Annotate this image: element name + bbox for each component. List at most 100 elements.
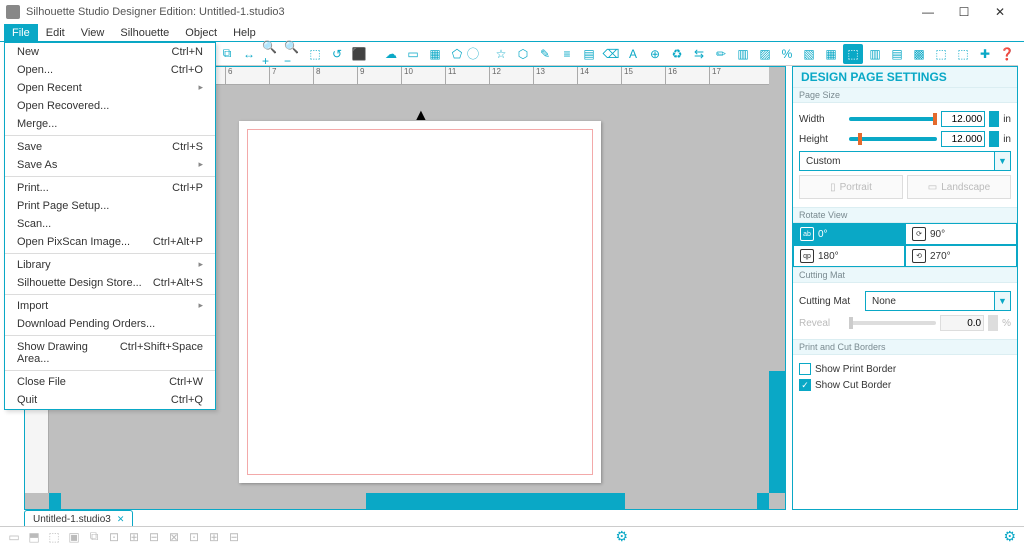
- landscape-button[interactable]: ▭ Landscape: [907, 175, 1011, 199]
- rotate-90-button[interactable]: ⟳90°: [905, 223, 1017, 245]
- top-right-tool-11[interactable]: A: [623, 44, 643, 64]
- close-tab-icon[interactable]: ✕: [117, 514, 125, 525]
- menu-item-show-drawing-area-[interactable]: Show Drawing Area...Ctrl+Shift+Space: [5, 338, 215, 368]
- top-right-tool-22[interactable]: ▥: [865, 44, 885, 64]
- menu-item-new[interactable]: NewCtrl+N: [5, 43, 215, 61]
- height-input[interactable]: [941, 131, 985, 147]
- menu-item-silhouette-design-store-[interactable]: Silhouette Design Store...Ctrl+Alt+S: [5, 274, 215, 292]
- top-left-tool-4[interactable]: ⬚: [305, 44, 325, 64]
- menu-item-open-[interactable]: Open...Ctrl+O: [5, 61, 215, 79]
- top-right-tool-19[interactable]: ▧: [799, 44, 819, 64]
- page[interactable]: [239, 121, 601, 483]
- width-input[interactable]: [941, 111, 985, 127]
- settings-gear-icon-2[interactable]: ⚙: [999, 528, 1020, 545]
- maximize-button[interactable]: ☐: [946, 0, 982, 24]
- menu-item-open-pixscan-image-[interactable]: Open PixScan Image...Ctrl+Alt+P: [5, 233, 215, 251]
- top-right-tool-10[interactable]: ⌫: [601, 44, 621, 64]
- main-toolbar: ⧉↔🔍+🔍−⬚↺⬛ ☁▭▦⬠⃝☆⬡✎≡▤⌫A⊕♻⇆✏▥▨%▧▦⬚▥▤▩⬚⬚✚❓: [216, 42, 1018, 66]
- menu-item-library[interactable]: Library▸: [5, 256, 215, 274]
- bottom-tool-5[interactable]: ⊡: [105, 528, 123, 546]
- bottom-tool-1[interactable]: ⬒: [25, 528, 43, 546]
- menu-item-quit[interactable]: QuitCtrl+Q: [5, 391, 215, 409]
- menu-item-print-[interactable]: Print...Ctrl+P: [5, 179, 215, 197]
- width-spinner[interactable]: [989, 111, 999, 127]
- top-right-tool-27[interactable]: ✚: [975, 44, 995, 64]
- top-right-tool-18[interactable]: %: [777, 44, 797, 64]
- top-right-tool-15[interactable]: ✏: [711, 44, 731, 64]
- rotate-0-button[interactable]: ab0°: [793, 223, 905, 245]
- top-right-tool-12[interactable]: ⊕: [645, 44, 665, 64]
- menu-help[interactable]: Help: [225, 24, 264, 41]
- menu-item-print-page-setup-[interactable]: Print Page Setup...: [5, 197, 215, 215]
- menu-silhouette[interactable]: Silhouette: [112, 24, 177, 41]
- menu-item-open-recovered-[interactable]: Open Recovered...: [5, 97, 215, 115]
- top-right-tool-4[interactable]: ⃝: [469, 44, 489, 64]
- menu-item-save-as[interactable]: Save As▸: [5, 156, 215, 174]
- top-right-tool-9[interactable]: ▤: [579, 44, 599, 64]
- menu-file[interactable]: File: [4, 24, 38, 41]
- top-right-tool-1[interactable]: ▭: [403, 44, 423, 64]
- top-left-tool-0[interactable]: ⧉: [217, 44, 237, 64]
- close-button[interactable]: ✕: [982, 0, 1018, 24]
- scrollbar-horizontal[interactable]: [49, 493, 769, 509]
- bottom-tool-0[interactable]: ▭: [5, 528, 23, 546]
- height-spinner[interactable]: [989, 131, 999, 147]
- bottom-tool-2[interactable]: ⬚: [45, 528, 63, 546]
- bottom-tool-10[interactable]: ⊞: [205, 528, 223, 546]
- top-right-tool-24[interactable]: ▩: [909, 44, 929, 64]
- menu-edit[interactable]: Edit: [38, 24, 73, 41]
- show-print-border-checkbox[interactable]: [799, 363, 811, 375]
- top-left-tool-5[interactable]: ↺: [327, 44, 347, 64]
- menu-item-save[interactable]: SaveCtrl+S: [5, 138, 215, 156]
- page-preset-select[interactable]: Custom ▼: [799, 151, 1011, 171]
- top-right-tool-26[interactable]: ⬚: [953, 44, 973, 64]
- bottom-tool-6[interactable]: ⊞: [125, 528, 143, 546]
- bottom-tool-4[interactable]: ⧉: [85, 528, 103, 546]
- cutting-mat-select[interactable]: None ▼: [865, 291, 1011, 311]
- top-right-tool-13[interactable]: ♻: [667, 44, 687, 64]
- top-left-tool-1[interactable]: ↔: [239, 44, 259, 64]
- top-left-tool-3[interactable]: 🔍−: [283, 44, 303, 64]
- top-right-tool-14[interactable]: ⇆: [689, 44, 709, 64]
- menu-item-close-file[interactable]: Close FileCtrl+W: [5, 373, 215, 391]
- portrait-button[interactable]: ▯ Portrait: [799, 175, 903, 199]
- width-slider[interactable]: [849, 117, 937, 121]
- top-right-tool-5[interactable]: ☆: [491, 44, 511, 64]
- minimize-button[interactable]: ―: [910, 0, 946, 24]
- bottom-tool-7[interactable]: ⊟: [145, 528, 163, 546]
- scrollbar-vertical[interactable]: [769, 85, 785, 493]
- top-right-tool-28[interactable]: ❓: [997, 44, 1017, 64]
- document-tab[interactable]: Untitled-1.studio3 ✕: [24, 510, 133, 526]
- rotate-180-button[interactable]: qp180°: [793, 245, 905, 267]
- bottom-tool-8[interactable]: ⊠: [165, 528, 183, 546]
- menu-item-scan-[interactable]: Scan...: [5, 215, 215, 233]
- show-cut-border-checkbox[interactable]: ✓: [799, 379, 811, 391]
- menu-item-merge-[interactable]: Merge...: [5, 115, 215, 133]
- menu-object[interactable]: Object: [177, 24, 225, 41]
- top-right-tool-0[interactable]: ☁: [381, 44, 401, 64]
- menu-item-import[interactable]: Import▸: [5, 297, 215, 315]
- top-right-tool-7[interactable]: ✎: [535, 44, 555, 64]
- height-slider[interactable]: [849, 137, 937, 141]
- top-right-tool-16[interactable]: ▥: [733, 44, 753, 64]
- document-tabs: Untitled-1.studio3 ✕: [24, 510, 133, 526]
- rotate-270-button[interactable]: ⟲270°: [905, 245, 1017, 267]
- top-right-tool-20[interactable]: ▦: [821, 44, 841, 64]
- top-right-tool-17[interactable]: ▨: [755, 44, 775, 64]
- top-right-tool-23[interactable]: ▤: [887, 44, 907, 64]
- bottom-tool-9[interactable]: ⊡: [185, 528, 203, 546]
- top-right-tool-8[interactable]: ≡: [557, 44, 577, 64]
- menu-item-download-pending-orders-[interactable]: Download Pending Orders...: [5, 315, 215, 333]
- menu-view[interactable]: View: [73, 24, 113, 41]
- menu-item-open-recent[interactable]: Open Recent▸: [5, 79, 215, 97]
- top-right-tool-25[interactable]: ⬚: [931, 44, 951, 64]
- settings-gear-icon[interactable]: ⚙: [611, 528, 632, 545]
- top-right-tool-2[interactable]: ▦: [425, 44, 445, 64]
- bottom-tool-3[interactable]: ▣: [65, 528, 83, 546]
- top-right-tool-21[interactable]: ⬚: [843, 44, 863, 64]
- top-right-tool-6[interactable]: ⬡: [513, 44, 533, 64]
- top-right-tool-3[interactable]: ⬠: [447, 44, 467, 64]
- top-left-tool-6[interactable]: ⬛: [349, 44, 369, 64]
- top-left-tool-2[interactable]: 🔍+: [261, 44, 281, 64]
- bottom-tool-11[interactable]: ⊟: [225, 528, 243, 546]
